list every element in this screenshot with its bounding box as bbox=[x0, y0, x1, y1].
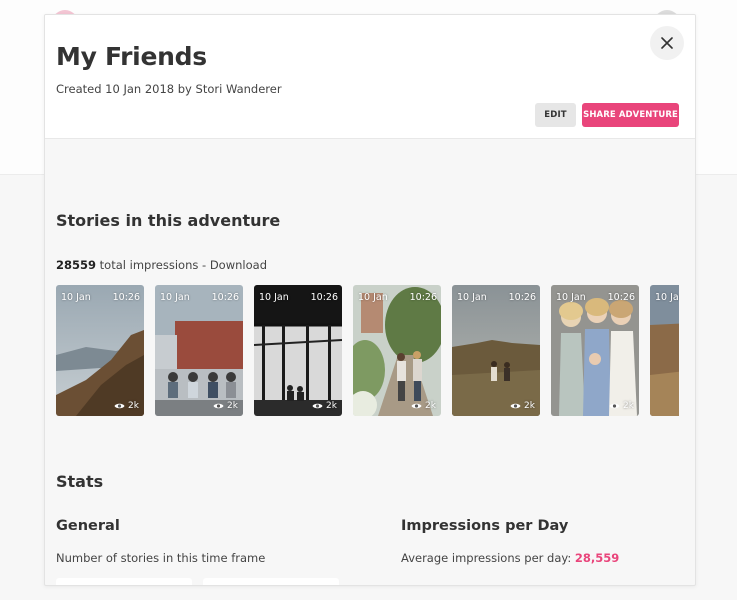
close-button[interactable] bbox=[650, 26, 684, 60]
story-thumbnail[interactable]: 10 Jan 10:26 2k bbox=[353, 285, 441, 416]
eye-icon bbox=[609, 403, 620, 409]
story-views: 2k bbox=[213, 401, 238, 411]
stats-card bbox=[203, 578, 339, 585]
eye-icon bbox=[411, 403, 422, 409]
story-views-count: 2k bbox=[227, 401, 238, 411]
impressions-per-day-title: Impressions per Day bbox=[401, 518, 569, 534]
story-views: 2k bbox=[312, 401, 337, 411]
story-views: 2k bbox=[510, 401, 535, 411]
story-image bbox=[353, 285, 441, 416]
story-views-count: 2k bbox=[524, 401, 535, 411]
stories-section-title: Stories in this adventure bbox=[56, 211, 281, 230]
total-impressions-count: 28559 bbox=[56, 258, 97, 272]
story-views-count: 2k bbox=[128, 401, 139, 411]
average-impressions: Average impressions per day: 28,559 bbox=[401, 551, 619, 565]
story-date: 10 Jan bbox=[160, 292, 190, 303]
story-views-count: 2k bbox=[623, 401, 634, 411]
eye-icon bbox=[213, 403, 224, 409]
share-adventure-button[interactable]: SHARE ADVENTURE bbox=[582, 103, 679, 127]
story-time: 10:26 bbox=[508, 292, 536, 303]
average-impressions-value: 28,559 bbox=[574, 551, 620, 565]
story-time: 10:26 bbox=[310, 292, 338, 303]
story-image bbox=[155, 285, 243, 416]
total-impressions-label: total impressions - Download bbox=[96, 258, 267, 272]
story-views-count: 2k bbox=[326, 401, 337, 411]
general-description: Number of stories in this time frame bbox=[56, 551, 266, 565]
modal-header: My Friends Created 10 Jan 2018 by Stori … bbox=[45, 15, 695, 139]
story-date: 10 Jan bbox=[61, 292, 91, 303]
story-date: 10 Jan bbox=[259, 292, 289, 303]
story-image bbox=[56, 285, 144, 416]
eye-icon bbox=[312, 403, 323, 409]
created-by-text: Created 10 Jan 2018 by Stori Wanderer bbox=[56, 82, 282, 96]
story-image bbox=[650, 285, 679, 416]
story-views: 2k bbox=[609, 401, 634, 411]
edit-button[interactable]: EDIT bbox=[535, 103, 576, 127]
general-title: General bbox=[56, 518, 120, 534]
story-image bbox=[551, 285, 639, 416]
story-views: 2k bbox=[114, 401, 139, 411]
story-thumbnails: 10 Jan 10:26 2k 10 Jan 10:26 2k 10 Jan 1… bbox=[56, 285, 679, 416]
story-date: 10 Jan bbox=[358, 292, 388, 303]
story-time: 10:26 bbox=[112, 292, 140, 303]
stats-section-title: Stats bbox=[56, 472, 104, 491]
story-time: 10:26 bbox=[607, 292, 635, 303]
total-impressions: 28559 total impressions - Download bbox=[56, 258, 267, 272]
story-date: 10 Jan bbox=[556, 292, 586, 303]
story-views-count: 2k bbox=[425, 401, 436, 411]
story-thumbnail[interactable]: 10 Jan 10:26 2k bbox=[254, 285, 342, 416]
story-views: 2k bbox=[411, 401, 436, 411]
story-thumbnail[interactable]: 10 Jan bbox=[650, 285, 679, 416]
page-title: My Friends bbox=[56, 42, 207, 71]
story-thumbnail[interactable]: 10 Jan 10:26 2k bbox=[56, 285, 144, 416]
story-image bbox=[254, 285, 342, 416]
adventure-modal: My Friends Created 10 Jan 2018 by Stori … bbox=[44, 14, 696, 586]
story-thumbnail[interactable]: 10 Jan 10:26 2k bbox=[551, 285, 639, 416]
story-time: 10:26 bbox=[211, 292, 239, 303]
story-image bbox=[452, 285, 540, 416]
eye-icon bbox=[510, 403, 521, 409]
average-impressions-label: Average impressions per day: bbox=[401, 551, 575, 565]
stats-card bbox=[56, 578, 192, 585]
story-date: 10 Jan bbox=[655, 292, 679, 303]
story-thumbnail[interactable]: 10 Jan 10:26 2k bbox=[155, 285, 243, 416]
close-icon bbox=[661, 37, 673, 49]
story-date: 10 Jan bbox=[457, 292, 487, 303]
story-time: 10:26 bbox=[409, 292, 437, 303]
eye-icon bbox=[114, 403, 125, 409]
story-thumbnail[interactable]: 10 Jan 10:26 2k bbox=[452, 285, 540, 416]
